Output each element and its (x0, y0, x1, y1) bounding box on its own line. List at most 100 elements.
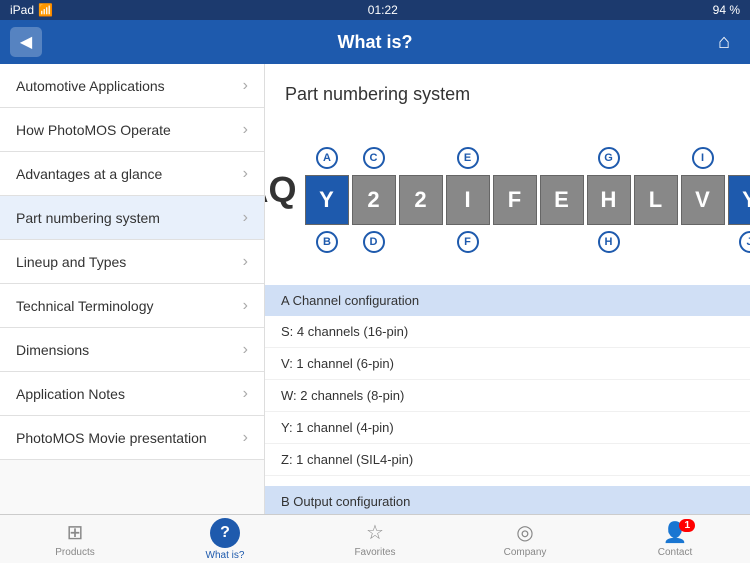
chevron-icon: › (243, 297, 248, 315)
sidebar-item-label-photmos-movie: PhotoMOS Movie presentation (16, 430, 207, 446)
sidebar-item-photmos-movie[interactable]: PhotoMOS Movie presentation › (0, 416, 264, 460)
top-label-C: C (363, 147, 385, 169)
info-sections: A Channel configurationS: 4 channels (16… (265, 285, 750, 514)
letter-block-5: E (540, 175, 584, 225)
bottom-label-B: B (316, 231, 338, 253)
tab-badge-contact: 1 (679, 519, 695, 532)
products-tab-icon: ⊞ (67, 520, 84, 545)
info-header-B: B Output configuration (265, 486, 750, 514)
top-label-I: I (692, 147, 714, 169)
status-bar-left: iPad 📶 (10, 3, 53, 17)
tab-favorites[interactable]: ☆ Favorites (300, 515, 450, 563)
favorites-tab-label: Favorites (354, 547, 395, 558)
letter-block-3: I (446, 175, 490, 225)
chevron-icon: › (243, 77, 248, 95)
tab-bar: ⊞Products?What is?☆Favorites◎Company👤1Co… (0, 514, 750, 563)
chevron-icon: › (243, 165, 248, 183)
sidebar-item-advantages[interactable]: Advantages at a glance › (0, 152, 264, 196)
sidebar-item-how[interactable]: How PhotoMOS Operate› (0, 108, 264, 152)
favorites-tab-icon: ☆ (366, 520, 384, 545)
chevron-icon: › (243, 341, 248, 359)
company-tab-label: Company (504, 547, 547, 558)
info-row-A-4: Z: 1 channel (SIL4-pin) (265, 444, 750, 476)
sidebar-item-application-notes[interactable]: Application Notes › (0, 372, 264, 416)
products-tab-label: Products (55, 547, 94, 558)
info-row-A-2: W: 2 channels (8-pin) (265, 380, 750, 412)
back-button[interactable]: ◀ (10, 27, 42, 57)
info-row-A-3: Y: 1 channel (4-pin) (265, 412, 750, 444)
whatis-tab-icon: ? (210, 518, 240, 548)
info-row-A-1: V: 1 channel (6-pin) (265, 348, 750, 380)
company-tab-icon: ◎ (516, 520, 533, 545)
letter-block-0: Y (305, 175, 349, 225)
letter-block-wrap-8: IV (680, 175, 726, 225)
chevron-icon: › (243, 253, 248, 271)
main-content: Automotive Applications › How PhotoMOS Ope… (0, 64, 750, 514)
ipad-label: iPad (10, 3, 34, 17)
letter-block-wrap-9: YJ (727, 175, 750, 225)
status-time: 01:22 (368, 3, 398, 17)
nav-bar: ◀ What is? ⌂ (0, 20, 750, 64)
nav-title: What is? (42, 32, 708, 53)
sidebar-item-dimensions[interactable]: Dimensions › (0, 328, 264, 372)
contact-tab-label: Contact (658, 547, 692, 558)
letter-block-9: Y (728, 175, 750, 225)
bottom-label-H: H (598, 231, 620, 253)
content-title: Part numbering system (265, 64, 750, 115)
diagram-wrapper: AQ AYBC2D2EIFFEGHHLIVYJ (265, 125, 750, 255)
whatis-tab-label: What is? (206, 550, 245, 561)
status-bar: iPad 📶 01:22 94 % (0, 0, 750, 20)
info-row-A-0: S: 4 channels (16-pin) (265, 316, 750, 348)
chevron-icon: › (243, 209, 248, 227)
sidebar-item-label-dimensions: Dimensions (16, 342, 89, 358)
home-icon: ⌂ (718, 31, 730, 54)
info-section-A: A Channel configurationS: 4 channels (16… (265, 285, 750, 476)
letter-block-7: L (634, 175, 678, 225)
wifi-icon: 📶 (38, 3, 53, 17)
aq-prefix: AQ (265, 169, 297, 211)
letter-block-2: 2 (399, 175, 443, 225)
tab-whatis[interactable]: ? What is? (150, 515, 300, 563)
chevron-icon: › (243, 429, 248, 447)
sidebar-item-label-application-notes: Application Notes (16, 386, 125, 402)
bottom-label-D: D (363, 231, 385, 253)
chevron-icon: › (243, 385, 248, 403)
sidebar-item-label-automotive: Automotive Applications (16, 78, 165, 94)
letter-blocks: AYBC2D2EIFFEGHHLIVYJ (305, 145, 750, 255)
tab-contact[interactable]: 👤1Contact (600, 515, 750, 563)
bottom-label-J: J (739, 231, 750, 253)
content-area: Part numbering system AQ AYBC2D2EIFFEGHH… (265, 64, 750, 514)
sidebar-item-part-numbering[interactable]: Part numbering system › (0, 196, 264, 240)
sidebar-item-label-advantages: Advantages at a glance (16, 166, 162, 182)
letter-block-wrap-1: C2D (351, 175, 397, 225)
letter-block-wrap-7: L (633, 175, 679, 225)
letter-block-6: H (587, 175, 631, 225)
info-section-B: B Output configuration1: 1 Form A (DC)2:… (265, 486, 750, 514)
sidebar-item-label-lineup: Lineup and Types (16, 254, 126, 270)
top-label-A: A (316, 147, 338, 169)
battery-label: 94 % (713, 3, 740, 17)
letter-block-wrap-0: AYB (305, 175, 350, 225)
sidebar-item-lineup[interactable]: Lineup and Types › (0, 240, 264, 284)
bottom-label-F: F (457, 231, 479, 253)
letter-block-wrap-6: GHH (586, 175, 632, 225)
top-label-E: E (457, 147, 479, 169)
letter-block-1: 2 (352, 175, 396, 225)
sidebar-item-label-part-numbering: Part numbering system (16, 210, 160, 226)
letter-block-wrap-5: E (539, 175, 585, 225)
tab-products[interactable]: ⊞ Products (0, 515, 150, 563)
tab-company[interactable]: ◎ Company (450, 515, 600, 563)
sidebar-item-automotive[interactable]: Automotive Applications › (0, 64, 264, 108)
status-bar-right: 94 % (713, 3, 740, 17)
sidebar-item-label-how: How PhotoMOS Operate (16, 122, 171, 138)
sidebar-item-label-technical: Technical Terminology (16, 298, 153, 314)
info-header-A: A Channel configuration (265, 285, 750, 316)
letter-block-8: V (681, 175, 725, 225)
back-icon: ◀ (20, 32, 32, 52)
home-button[interactable]: ⌂ (708, 27, 740, 57)
sidebar-item-technical[interactable]: Technical Terminology › (0, 284, 264, 328)
diagram-container: AQ AYBC2D2EIFFEGHHLIVYJ (265, 115, 750, 275)
letter-block-wrap-2: 2 (398, 175, 444, 225)
letter-block-4: F (493, 175, 537, 225)
letter-block-wrap-3: EIF (445, 175, 491, 225)
